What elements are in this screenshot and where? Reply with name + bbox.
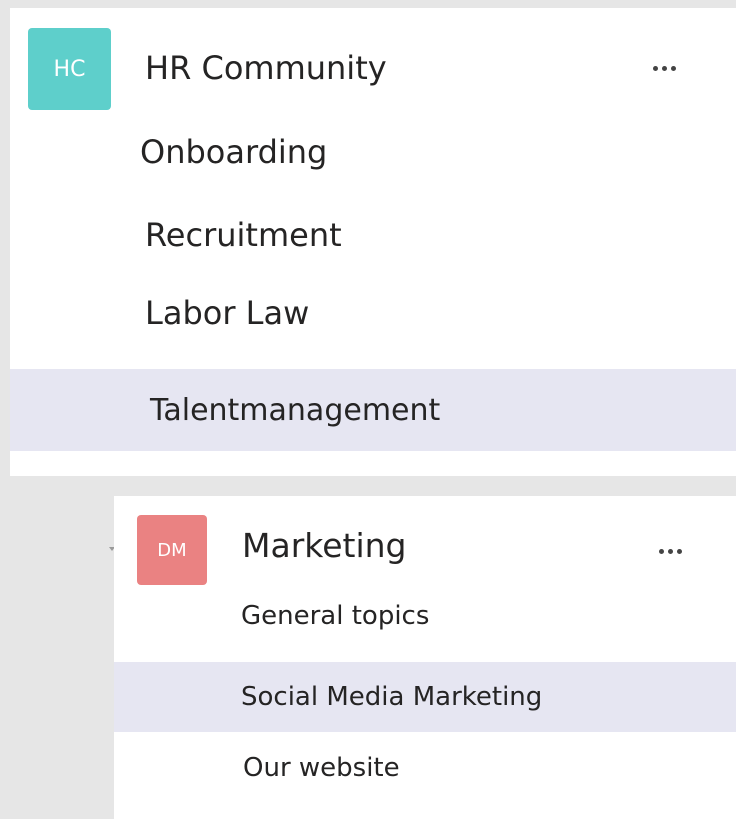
channel-label: Onboarding [140,133,328,171]
team-panel-marketing: DM Marketing General topics Social Media… [114,496,736,819]
team-name[interactable]: Marketing [242,524,406,568]
channel-general-topics[interactable]: General topics [114,594,736,638]
team-avatar: HC [28,28,111,110]
ellipsis-icon[interactable] [653,66,676,71]
channel-label: Labor Law [145,294,310,332]
channel-labor-law[interactable]: Labor Law [10,286,736,340]
channel-social-media-marketing[interactable]: Social Media Marketing [114,662,736,732]
channel-our-website[interactable]: Our website [114,746,736,790]
channel-label: Social Media Marketing [241,682,543,712]
team-avatar: DM [137,515,207,585]
channel-recruitment[interactable]: Recruitment [10,208,736,262]
channel-onboarding[interactable]: Onboarding [10,126,736,178]
channel-label: General topics [241,601,430,631]
ellipsis-icon[interactable] [659,549,682,554]
channel-label: Recruitment [145,216,342,254]
channel-label: Talentmanagement [150,392,441,428]
channel-talentmanagement[interactable]: Talentmanagement [10,369,736,451]
team-panel-hr-community: HC HR Community Onboarding Recruitment L… [10,8,736,476]
team-name[interactable]: HR Community [145,46,387,90]
channel-label: Our website [243,753,400,783]
